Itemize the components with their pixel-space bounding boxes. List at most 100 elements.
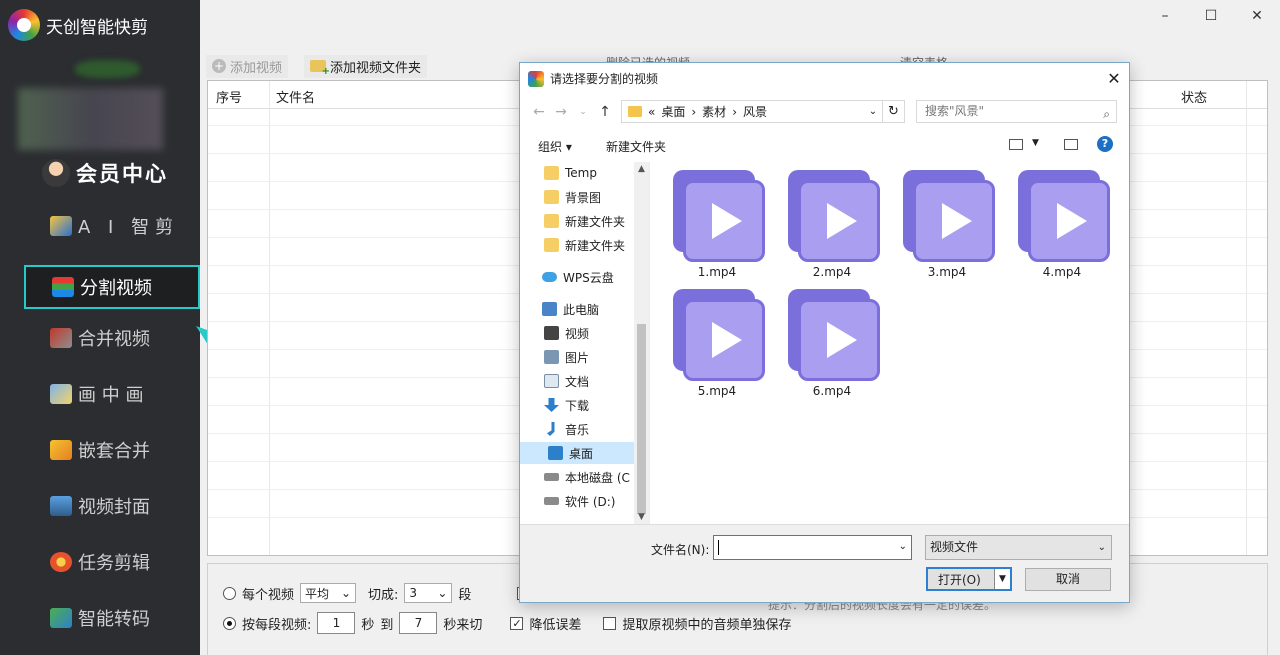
blurred-user-info	[18, 88, 163, 150]
extract-audio-checkbox[interactable]	[603, 616, 617, 630]
new-folder-button[interactable]: 新建文件夹	[606, 138, 666, 155]
sidebar-item-label: 画 中 画	[78, 385, 144, 406]
forward-arrow-icon[interactable]: →	[550, 104, 572, 120]
add-video-label: 添加视频	[230, 60, 283, 76]
view-mode-icon[interactable]	[1009, 139, 1023, 150]
segments-select[interactable]: 3 ⌄	[404, 583, 453, 603]
sidebar-item-merge-video[interactable]: 合并视频	[24, 316, 200, 360]
sec-cut-label: 秒来切	[443, 617, 483, 633]
file-name: 6.mp4	[812, 384, 852, 398]
dialog-close-button[interactable]: ✕	[1099, 63, 1129, 93]
col-filename: 文件名	[276, 91, 316, 106]
open-dropdown-icon[interactable]: ▼	[994, 569, 1010, 589]
mode-select[interactable]: 平均 ⌄	[300, 583, 357, 603]
sidebar-item-picture-in-picture[interactable]: 画 中 画	[24, 372, 200, 416]
dialog-title: 请选择要分割的视频	[550, 72, 659, 86]
play-icon	[1028, 180, 1110, 262]
reduce-error-checkbox[interactable]: ✓	[510, 616, 524, 630]
breadcrumb-item[interactable]: 素材	[702, 103, 726, 120]
file-item[interactable]: 6.mp4	[782, 286, 882, 401]
tree-label: 图片	[565, 350, 590, 365]
each-video-radio[interactable]	[223, 586, 236, 600]
tree-scrollbar[interactable]: ▲ ▼	[634, 162, 649, 524]
open-button[interactable]: 打开(O) ▼	[926, 567, 1012, 591]
back-arrow-icon[interactable]: ←	[528, 104, 550, 120]
file-name: 2.mp4	[812, 265, 852, 279]
search-input[interactable]: 搜索"风景" ⌕	[916, 100, 1117, 123]
breadcrumb-overflow[interactable]: «	[648, 105, 655, 119]
maximize-button[interactable]: ☐	[1188, 0, 1234, 32]
play-icon	[798, 180, 880, 262]
filetype-select[interactable]: 视频文件 ⌄	[925, 535, 1112, 560]
segments-value: 3	[409, 586, 418, 600]
sidebar-item-ai-edit[interactable]: A I 智剪	[24, 204, 200, 248]
close-button[interactable]: ✕	[1234, 0, 1280, 32]
dialog-navbar: ← → ⌄ ↑ « 桌面 › 素材 › 风景 ⌄ ↻ 搜索"风景" ⌕	[520, 100, 1129, 124]
tree-item-desktop[interactable]: 桌面	[520, 442, 634, 464]
from-seconds-input[interactable]: 1	[317, 612, 356, 634]
sidebar-item-task-edit[interactable]: 任务剪辑	[24, 540, 200, 584]
to-seconds-input[interactable]: 7	[399, 612, 438, 634]
file-item[interactable]: 5.mp4	[667, 286, 767, 401]
address-bar[interactable]: « 桌面 › 素材 › 风景 ⌄	[621, 100, 883, 123]
scroll-up-icon[interactable]: ▲	[634, 164, 649, 174]
tree-label: 下载	[565, 398, 590, 413]
tree-item-this-pc[interactable]: 此电脑	[542, 298, 648, 320]
app-logo-icon	[8, 9, 40, 41]
dialog-commandbar: 组织 ▾ 新建文件夹 ▼ ?	[520, 133, 1129, 159]
tree-label: 背景图	[565, 190, 602, 205]
play-icon	[683, 299, 765, 381]
each-video-label: 每个视频	[242, 587, 295, 603]
sidebar-item-label: 合并视频	[78, 329, 150, 350]
scroll-down-icon[interactable]: ▼	[634, 512, 649, 522]
file-item[interactable]: 4.mp4	[1012, 167, 1112, 282]
sidebar-item-label: A I 智剪	[78, 217, 180, 238]
desktop-icon	[548, 446, 563, 460]
to-label: 到	[380, 617, 394, 633]
up-arrow-icon[interactable]: ↑	[594, 104, 616, 120]
file-item[interactable]: 2.mp4	[782, 167, 882, 282]
help-icon[interactable]: ?	[1097, 136, 1113, 152]
sidebar-item-smart-transcode[interactable]: 智能转码	[24, 596, 200, 640]
add-folder-button[interactable]: 添加视频文件夹	[304, 54, 428, 78]
col-status: 状态	[1181, 91, 1208, 106]
dialog-titlebar: 请选择要分割的视频	[520, 63, 1129, 94]
picture-in-picture-icon	[50, 384, 72, 404]
member-center-button[interactable]: 会员中心	[42, 158, 168, 188]
breadcrumb-separator: ›	[732, 104, 737, 119]
minimize-button[interactable]: –	[1142, 0, 1188, 32]
add-video-button[interactable]: + 添加视频	[206, 54, 289, 78]
blurred-avatar	[75, 60, 140, 78]
chevron-down-icon: ⌄	[437, 586, 448, 600]
task-edit-icon	[50, 552, 72, 572]
preview-pane-icon[interactable]	[1064, 139, 1078, 150]
filename-input[interactable]: ⌄	[713, 535, 912, 560]
sidebar-item-split-video[interactable]: 分割视频	[24, 265, 200, 309]
file-item[interactable]: 1.mp4	[667, 167, 767, 282]
sidebar: 天创智能快剪 会员中心 A I 智剪 分割视频 合并视频 画 中 画 嵌套合并 …	[0, 0, 200, 655]
sidebar-item-video-cover[interactable]: 视频封面	[24, 484, 200, 528]
tree-label: 新建文件夹	[565, 214, 626, 229]
chevron-down-icon[interactable]: ⌄	[864, 101, 882, 122]
cancel-button[interactable]: 取消	[1025, 568, 1111, 591]
play-icon	[913, 180, 995, 262]
scroll-thumb[interactable]	[637, 324, 646, 514]
app-logo-icon	[528, 70, 544, 87]
breadcrumb-item[interactable]: 桌面	[661, 103, 685, 120]
refresh-button[interactable]: ↻	[883, 100, 905, 123]
chevron-down-icon[interactable]: ⌄	[572, 107, 594, 117]
option-row-average: 每个视频 平均 ⌄ 切成: 3 ⌄ 段	[223, 583, 531, 603]
sidebar-item-nested-merge[interactable]: 嵌套合并	[24, 428, 200, 472]
organize-button[interactable]: 组织 ▾	[538, 138, 572, 155]
add-icon: +	[212, 59, 226, 73]
chevron-down-icon: ⌄	[1097, 542, 1106, 553]
chevron-down-icon[interactable]: ⌄	[899, 541, 907, 552]
tree-label: 桌面	[569, 446, 594, 461]
folder-icon	[544, 190, 559, 204]
file-item[interactable]: 3.mp4	[897, 167, 997, 282]
cloud-icon	[542, 272, 557, 282]
per-segment-radio[interactable]	[223, 616, 236, 630]
chevron-down-icon[interactable]: ▼	[1032, 138, 1039, 148]
breadcrumb-item[interactable]: 风景	[743, 103, 767, 120]
tree-item-wps-cloud[interactable]: WPS云盘	[542, 266, 648, 288]
